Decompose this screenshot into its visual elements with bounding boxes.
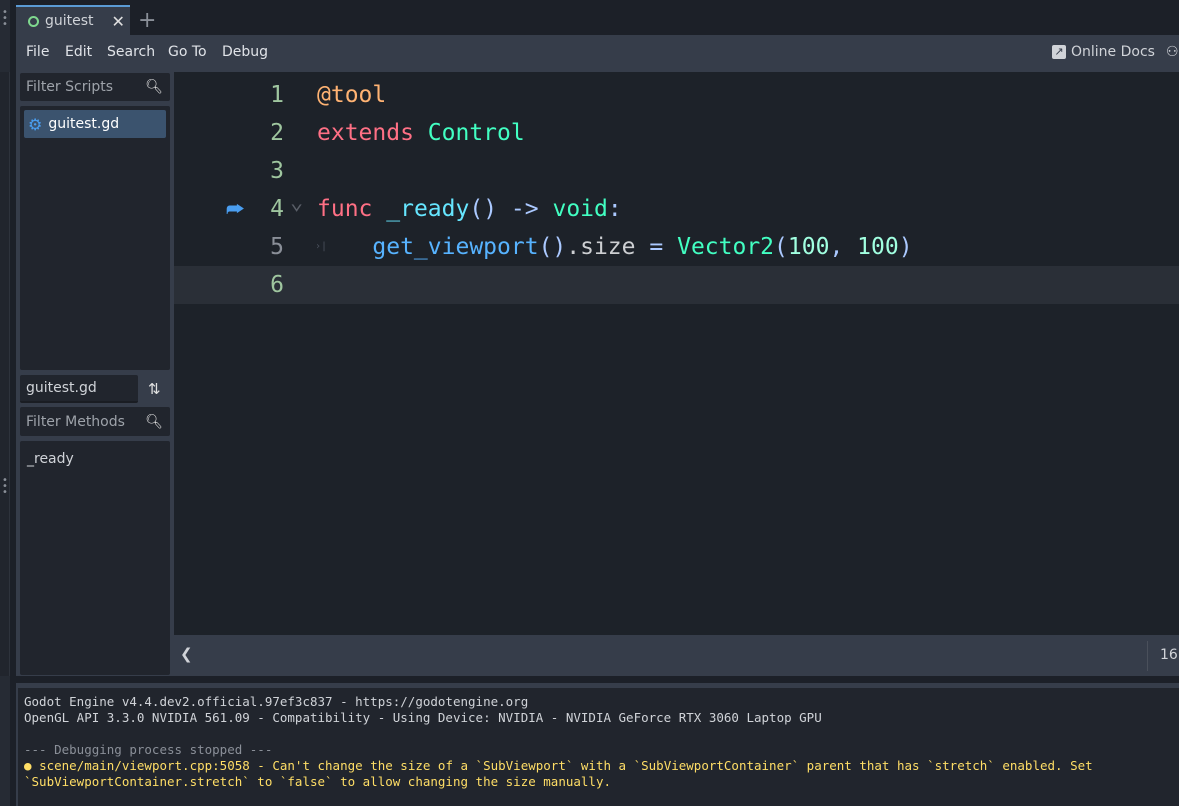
online-docs-label: Online Docs <box>1071 44 1155 60</box>
sort-icon[interactable]: ⇅ <box>148 380 161 398</box>
line-number: 6 <box>270 272 284 298</box>
current-script-name: guitest.gd <box>26 380 97 396</box>
code-text: func _ready() -> void: <box>317 196 622 222</box>
code-line[interactable]: 6 <box>174 266 1179 304</box>
method-list: _ready <box>20 441 170 675</box>
method-override-icon[interactable]: ⮫ <box>226 190 245 228</box>
code-line[interactable]: 3 <box>174 152 1179 190</box>
script-list <box>20 106 170 370</box>
code-line[interactable]: 5 get_viewport().size = Vector2(100, 100… <box>174 228 1179 266</box>
cursor-position: 16 <box>1160 647 1178 663</box>
method-item[interactable]: _ready <box>27 451 74 467</box>
code-line[interactable]: 4 func _ready() -> void: ⮫ ⌄ <box>174 190 1179 228</box>
filter-methods-placeholder: Filter Methods <box>26 413 125 430</box>
scroll-left-icon[interactable]: ❮ <box>180 645 193 663</box>
script-name: guitest.gd <box>48 116 120 132</box>
editor-status-bar: ❮ 16 <box>174 635 1179 676</box>
search-icon: 🔍︎ <box>145 413 163 430</box>
code-text: get_viewport().size = Vector2(100, 100) <box>372 234 913 260</box>
code-editor[interactable]: 1 @tool 2 extends Control 3 4 func _ready() ->… <box>174 72 1179 635</box>
output-line: ● scene/main/viewport.cpp:5058 - Can't c… <box>24 758 1093 773</box>
current-script-label: guitest.gd <box>20 375 138 403</box>
menu-goto[interactable]: Go To <box>168 44 207 60</box>
filter-scripts-placeholder: Filter Scripts <box>26 79 114 95</box>
warning-bullet-icon: ● <box>24 758 40 773</box>
output-line: `SubViewportContainer.stretch` to `false… <box>24 774 611 789</box>
code-text: extends Control <box>317 120 525 146</box>
drag-handle-icon[interactable]: • • • <box>2 8 8 30</box>
line-number: 3 <box>270 158 284 184</box>
line-number: 2 <box>270 120 284 146</box>
menu-edit[interactable]: Edit <box>65 44 92 60</box>
new-tab-button[interactable]: + <box>138 8 156 33</box>
code-text: @tool <box>317 82 387 108</box>
tab-bar <box>16 5 1179 35</box>
menu-debug[interactable]: Debug <box>222 44 268 60</box>
divider <box>1147 641 1148 671</box>
search-icon: 🔍︎ <box>145 79 163 95</box>
tab-indent-icon: ›| <box>315 241 328 252</box>
search-help-icon[interactable]: ⚇ <box>1166 44 1179 60</box>
scene-status-icon <box>28 15 39 27</box>
gear-icon: ⚙ <box>28 114 43 134</box>
menu-file[interactable]: File <box>26 44 49 60</box>
filter-methods-input[interactable]: Filter Methods 🔍︎ <box>20 407 170 436</box>
menu-search[interactable]: Search <box>107 44 155 60</box>
filter-scripts-input[interactable]: Filter Scripts 🔍︎ <box>20 73 170 101</box>
drag-handle-icon[interactable]: • • • <box>2 476 8 498</box>
close-tab-icon[interactable]: ✕ <box>112 12 125 31</box>
output-line: Godot Engine v4.4.dev2.official.97ef3c83… <box>24 694 529 709</box>
output-line: OpenGL API 3.3.0 NVIDIA 561.09 - Compati… <box>24 710 822 725</box>
tab-guitest[interactable]: guitest ✕ <box>16 5 130 35</box>
line-number: 1 <box>270 82 284 108</box>
code-line[interactable]: 1 @tool <box>174 76 1179 114</box>
fold-chevron-icon[interactable]: ⌄ <box>290 184 303 222</box>
left-dock-panel <box>0 72 10 676</box>
line-number: 4 <box>270 196 284 222</box>
line-number: 5 <box>270 234 284 260</box>
external-link-icon: ↗ <box>1052 45 1066 59</box>
output-line: --- Debugging process stopped --- <box>24 742 273 757</box>
output-log: Godot Engine v4.4.dev2.official.97ef3c83… <box>18 688 1179 806</box>
tab-title: guitest <box>45 13 94 29</box>
code-line[interactable]: 2 extends Control <box>174 114 1179 152</box>
script-list-item[interactable]: ⚙ guitest.gd <box>24 110 166 138</box>
online-docs-button[interactable]: ↗ Online Docs <box>1052 44 1155 60</box>
